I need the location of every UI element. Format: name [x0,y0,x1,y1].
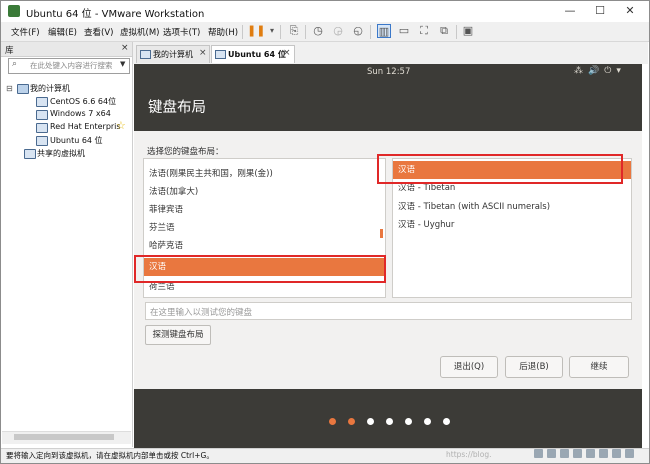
favorite-star-icon: ☆ [116,119,126,132]
highlight-box-layout [134,255,386,283]
shared-vm-icon [24,149,36,159]
status-message: 要将输入定向到该虚拟机，请在虚拟机内部单击或按 Ctrl+G。 [6,451,214,460]
console-view-icon[interactable]: ▣ [461,24,475,38]
minimize-button[interactable]: — [560,4,580,18]
highlight-box-variant [377,154,623,184]
progress-dot [367,418,374,425]
hard-disk-icon[interactable] [534,449,543,458]
collapse-icon[interactable]: ⊟ [6,84,13,93]
computer-icon [17,84,29,94]
tree-vm-redhat[interactable]: Red Hat Enterpris [50,122,121,131]
list-item[interactable]: 芬兰语 [144,219,385,237]
search-icon: ⌕ [12,59,18,69]
maximize-button[interactable]: ☐ [590,4,610,18]
progress-dot [348,418,355,425]
library-close-button[interactable]: × [121,43,129,53]
progress-dot [424,418,431,425]
toolbar-divider [456,25,457,39]
usb-icon[interactable] [573,449,582,458]
list-item[interactable]: 汉语 - Tibetan (with ASCII numerals) [393,198,631,216]
toolbar-divider [370,25,371,39]
power-icon[interactable]: ⏻ [604,66,616,76]
show-library-icon[interactable]: ▥ [377,24,391,38]
computer-icon [140,50,151,59]
snapshot-manager-icon[interactable]: ◵ [351,24,365,38]
menu-file[interactable]: 文件(F) [11,26,40,38]
display-icon[interactable] [612,449,621,458]
list-item[interactable]: 法语(加拿大) [144,183,385,201]
tree-vm-ubuntu[interactable]: Ubuntu 64 位 [50,135,103,146]
revert-snapshot-icon[interactable]: ◶ [331,24,345,38]
quit-button[interactable]: 退出(Q) [440,356,498,378]
full-screen-icon[interactable]: ⛶ [417,24,431,38]
menu-vm[interactable]: 虚拟机(M) [120,26,159,38]
message-icon[interactable] [625,449,634,458]
progress-dot [443,418,450,425]
detect-layout-button[interactable]: 探测键盘布局 [145,325,211,345]
printer-icon[interactable] [599,449,608,458]
library-header [1,42,132,57]
send-keys-icon[interactable]: ⎘ [287,24,301,38]
toolbar-divider [305,25,306,39]
toolbar-divider [280,25,281,39]
tab-my-computer-label: 我的计算机 [153,50,193,59]
menu-tabs[interactable]: 选项卡(T) [163,26,200,38]
menu-edit[interactable]: 编辑(E) [48,26,77,38]
sound-card-icon[interactable] [586,449,595,458]
close-window-button[interactable]: ✕ [620,4,640,18]
installer-header [134,81,642,131]
tab-ubuntu-label: Ubuntu 64 位 [228,50,286,59]
tree-my-computer[interactable]: 我的计算机 [30,83,70,94]
progress-dot [386,418,393,425]
chevron-down-icon[interactable]: ▼ [120,60,125,68]
window-title: Ubuntu 64 位 - VMware Workstation [26,9,205,20]
volume-icon[interactable]: 🔊 [588,66,604,76]
tree-shared-vms[interactable]: 共享的虚拟机 [37,148,85,159]
library-search-placeholder: 在此处键入内容进行搜索 [30,61,113,70]
network-icon[interactable]: ⁂ [574,66,588,76]
vmware-app-icon [8,5,20,17]
list-item[interactable]: 哈萨克语 [144,237,385,255]
progress-dot [405,418,412,425]
list-item[interactable]: 菲律宾语 [144,201,385,219]
unity-icon[interactable]: ⧉ [437,24,451,38]
vm-icon [36,97,48,107]
chevron-down-icon[interactable]: ▾ [616,66,626,76]
menu-view[interactable]: 查看(V) [84,26,113,38]
installer-page-title: 键盘布局 [148,100,206,116]
vm-icon [215,50,226,59]
thumbnail-bar-icon[interactable]: ▭ [397,24,411,38]
back-button[interactable]: 后退(B) [505,356,563,378]
network-adapter-icon[interactable] [560,449,569,458]
list-item[interactable]: 汉语 - Uyghur [393,216,631,234]
keyboard-test-placeholder: 在这里输入以测试您的键盘 [150,308,253,318]
tree-vm-centos[interactable]: CentOS 6.6 64位 [50,96,116,107]
tree-vm-windows[interactable]: Windows 7 x64 [50,109,111,118]
progress-dot [329,418,336,425]
dropdown-icon[interactable]: ▾ [265,24,279,38]
tab-close-icon[interactable]: × [199,48,207,58]
pause-icon[interactable]: ❚❚ [247,24,265,38]
menu-help[interactable]: 帮助(H) [208,26,238,38]
system-tray[interactable]: ⁂🔊⏻▾ [574,66,626,76]
vm-icon [36,110,48,120]
cd-drive-icon[interactable] [547,449,556,458]
library-title: 库 [5,46,14,56]
panel-clock[interactable]: Sun 12:57 [367,67,410,77]
list-item[interactable]: 法语(刚果民主共和国，刚果(金)) [144,165,385,183]
vm-icon [36,123,48,133]
watermark-text: https://blog. [446,450,492,459]
vm-icon [36,136,48,146]
layout-list-scroll-indicator[interactable] [380,229,383,238]
tab-close-icon[interactable]: × [283,48,291,58]
snapshot-icon[interactable]: ◷ [311,24,325,38]
layout-prompt: 选择您的键盘布局： [147,147,224,157]
scrollbar-thumb[interactable] [14,434,114,440]
continue-button[interactable]: 继续 [569,356,629,378]
toolbar-divider [242,25,243,39]
